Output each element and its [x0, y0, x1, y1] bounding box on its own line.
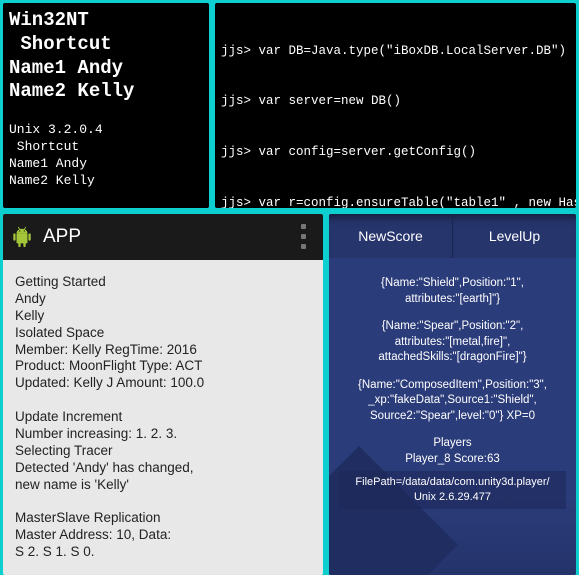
tab-levelup[interactable]: LevelUp — [453, 214, 576, 258]
game-item-shield: {Name:"Shield",Position:"1", attributes:… — [339, 276, 566, 307]
game-players: Players Player_8 Score:63 — [339, 436, 566, 467]
app-bar: APP — [3, 214, 323, 260]
overflow-menu-icon[interactable] — [291, 220, 315, 249]
terminal-unix-block: Unix 3.2.0.4 Shortcut Name1 Andy Name2 K… — [9, 122, 203, 190]
terminal-win-unix: Win32NT Shortcut Name1 Andy Name2 Kelly … — [3, 3, 209, 208]
terminal-win-block: Win32NT Shortcut Name1 Andy Name2 Kelly — [9, 9, 203, 104]
android-app-panel: APP Getting Started Andy Kelly Isolated … — [3, 214, 323, 575]
game-item-spear: {Name:"Spear",Position:"2", attributes:"… — [339, 319, 566, 366]
terminal-jjs[interactable]: jjs> var DB=Java.type("iBoxDB.LocalServe… — [215, 3, 576, 208]
app-body-text: Getting Started Andy Kelly Isolated Spac… — [3, 260, 323, 575]
game-item-composed: {Name:"ComposedItem",Position:"3", _xp:"… — [339, 378, 566, 425]
jjs-line: jjs> var server=new DB() — [221, 93, 570, 110]
tab-newscore[interactable]: NewScore — [329, 214, 453, 258]
android-icon — [11, 225, 33, 249]
app-title: APP — [43, 226, 81, 248]
jjs-line: jjs> var DB=Java.type("iBoxDB.LocalServe… — [221, 43, 570, 60]
game-tabs: NewScore LevelUp — [329, 214, 576, 258]
jjs-line: jjs> var r=config.ensureTable("table1" ,… — [221, 195, 570, 208]
game-body: {Name:"Shield",Position:"1", attributes:… — [329, 258, 576, 575]
game-panel: NewScore LevelUp {Name:"Shield",Position… — [329, 214, 576, 575]
game-footer: FilePath=/data/data/com.unity3d.player/ … — [339, 471, 566, 509]
jjs-line: jjs> var config=server.getConfig() — [221, 144, 570, 161]
